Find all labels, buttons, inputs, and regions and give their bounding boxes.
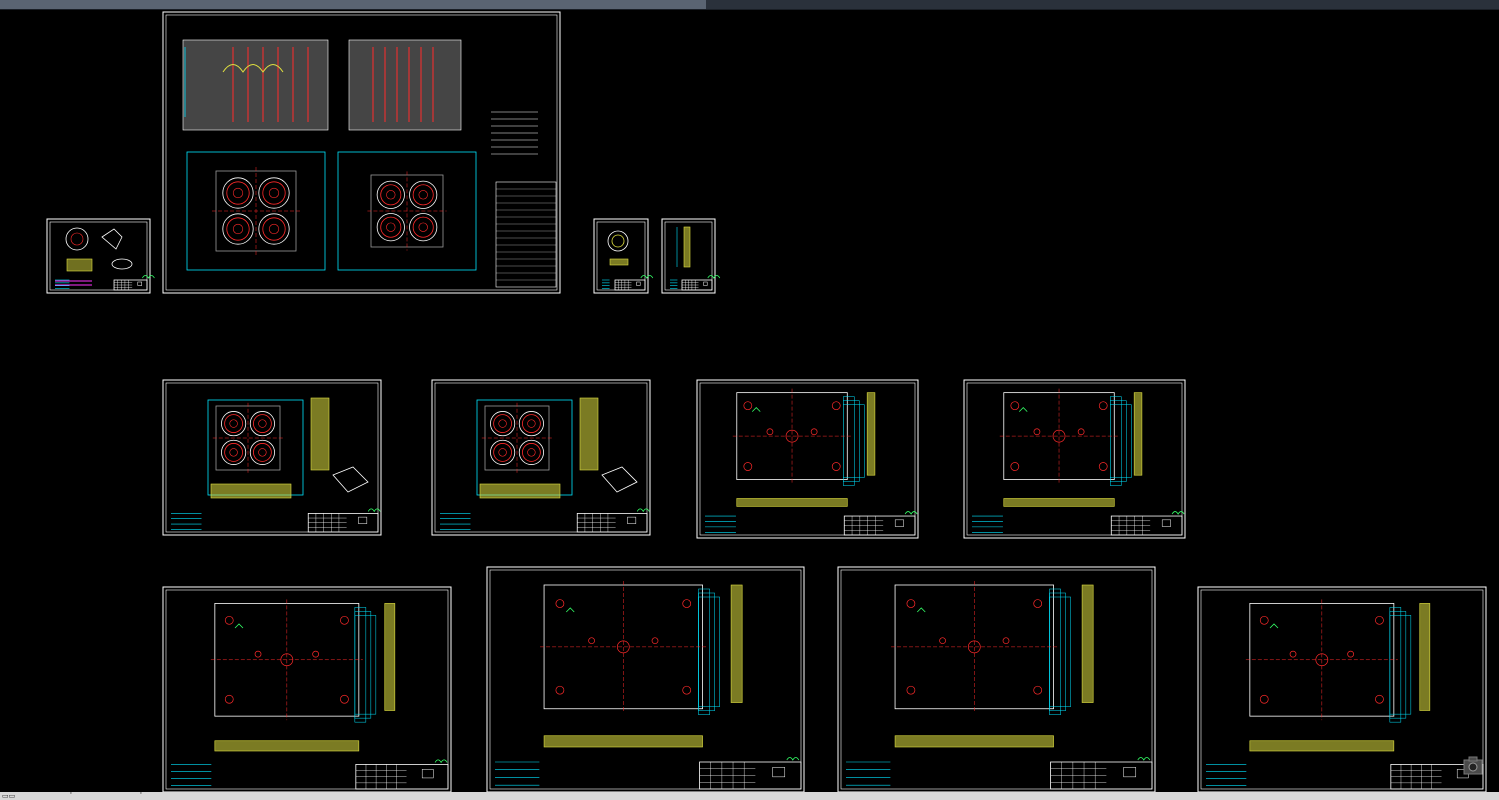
section-view <box>866 392 876 476</box>
section-view <box>1419 603 1431 711</box>
section-view <box>1081 584 1094 703</box>
section-view <box>1133 392 1143 476</box>
status-item-ortho[interactable]: ﾟ <box>140 792 144 800</box>
status-item-grid[interactable]: ▭▭ <box>2 792 15 800</box>
drawing-sheet-part-ring[interactable] <box>593 218 654 294</box>
section-view <box>736 498 848 507</box>
drawing-sheet-ejector-plate[interactable] <box>486 566 805 792</box>
drawing-sheet-top-clamp-plate[interactable] <box>162 586 452 792</box>
sheet-border <box>486 566 805 792</box>
section-view <box>609 258 629 266</box>
drawing-sheet-core-plate[interactable] <box>431 379 651 536</box>
sheet-border <box>1197 586 1487 792</box>
section-view <box>214 740 360 752</box>
status-bar: ▭▭ ﾟ ﾟ <box>0 792 1499 800</box>
sheet-border <box>162 379 382 536</box>
file-tab-strip[interactable] <box>0 0 706 9</box>
sheet-border <box>696 379 919 539</box>
section-view <box>384 603 396 711</box>
drawing-sheet-part-pin[interactable] <box>661 218 721 294</box>
sheet-border <box>46 218 151 294</box>
section-view <box>894 735 1054 748</box>
sheet-border <box>963 379 1186 539</box>
drawing-sheet-cavity-plate[interactable] <box>162 379 382 536</box>
camera-icon[interactable] <box>1463 756 1483 776</box>
section-view <box>543 735 703 748</box>
sheet-border <box>431 379 651 536</box>
section-view <box>210 483 292 499</box>
sheet-border <box>162 586 452 792</box>
status-item-snap[interactable]: ﾟ <box>70 792 74 800</box>
section-view <box>1249 740 1395 752</box>
pin-view <box>683 226 691 268</box>
drawing-sheet-bottom-clamp-plate[interactable] <box>1197 586 1487 792</box>
part-section <box>66 258 93 272</box>
viewport-controls[interactable] <box>1463 756 1483 780</box>
drawing-sheet-assembly[interactable] <box>162 11 561 294</box>
drawing-sheet-part-product[interactable] <box>46 218 155 294</box>
section-view <box>479 483 561 499</box>
drawing-canvas[interactable] <box>0 9 1499 792</box>
ribbon-strip <box>706 0 1499 9</box>
drawing-sheet-support-plate[interactable] <box>963 379 1186 539</box>
section-view <box>730 584 743 703</box>
section-view <box>579 397 599 471</box>
drawing-sheet-ejector-retainer[interactable] <box>837 566 1156 792</box>
section-view <box>1003 498 1115 507</box>
assembly-section-left <box>182 39 329 131</box>
drawing-sheet-runner-plate[interactable] <box>696 379 919 539</box>
sheet-border <box>837 566 1156 792</box>
section-view <box>310 397 330 471</box>
assembly-section-right <box>348 39 462 131</box>
